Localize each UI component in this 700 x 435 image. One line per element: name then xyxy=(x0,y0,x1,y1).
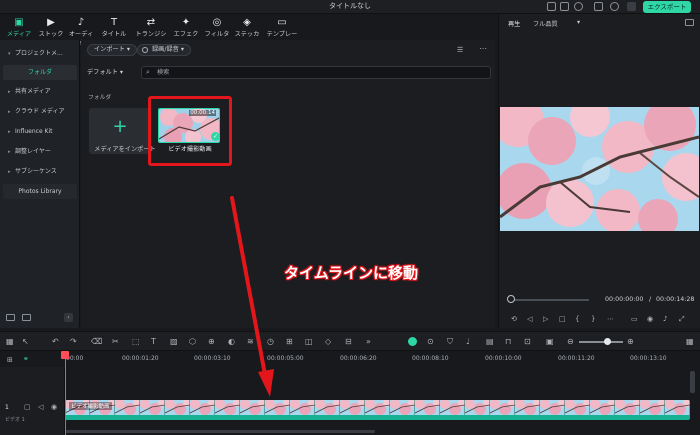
annotation-text: タイムラインに移動 xyxy=(284,264,418,282)
app-window: タイトルなし エクスポート ▣メディア ▶ストック ♪オーディオ Tタイトル ⇄… xyxy=(0,0,700,435)
annotation-arrow xyxy=(230,196,274,397)
